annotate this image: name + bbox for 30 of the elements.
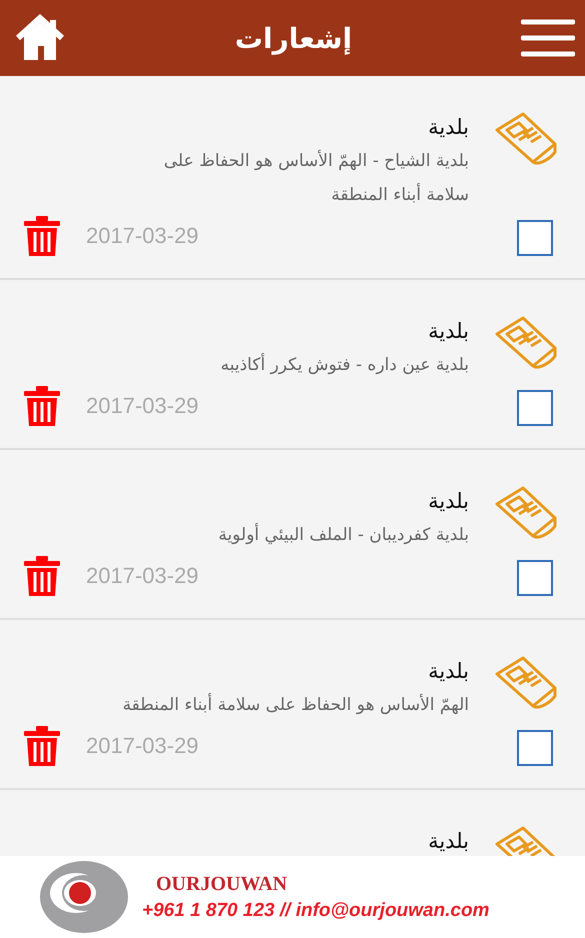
checkbox[interactable] <box>517 560 553 596</box>
newspaper-icon <box>493 654 559 710</box>
notification-text: بلدية عين داره - فتوش يكرر أكاذيبه <box>220 352 469 377</box>
notification-title: بلدية <box>427 488 469 515</box>
trash-icon[interactable] <box>24 726 60 766</box>
page-title: إشعارات <box>234 22 352 54</box>
menu-icon[interactable] <box>521 18 575 58</box>
brand-name: OURJOUWAN <box>156 872 288 896</box>
notification-title: بلدية <box>427 658 469 685</box>
notification-text: بلدية كفرديبان - الملف البيئي أولوية <box>217 522 469 547</box>
checkbox[interactable] <box>517 730 553 766</box>
notification-date: 2017-03-29 <box>86 393 199 419</box>
newspaper-icon <box>493 314 559 370</box>
notification-date: 2017-03-29 <box>86 223 199 249</box>
notification-date: 2017-03-29 <box>86 733 199 759</box>
notification-text: بلدية الشياح - الهمّ الأساس هو الحفاظ على سلامة أبناء المنطقة <box>162 148 469 207</box>
home-icon[interactable] <box>14 14 66 62</box>
trash-icon[interactable] <box>24 556 60 596</box>
contact-info: +961 1 870 123 // info@ourjouwan.com <box>142 900 490 922</box>
checkbox[interactable] <box>517 220 553 256</box>
notification-title: بلدية <box>427 114 469 141</box>
trash-icon[interactable] <box>24 386 60 426</box>
checkbox[interactable] <box>517 390 553 426</box>
notification-title: بلدية <box>427 318 469 345</box>
newspaper-icon <box>493 484 559 540</box>
notification-text: الهمّ الأساس هو الحفاظ على سلامة أبناء المنطقة <box>122 692 469 717</box>
trash-icon[interactable] <box>24 216 60 256</box>
notification-date: 2017-03-29 <box>86 563 199 589</box>
newspaper-icon <box>493 110 559 166</box>
notification-title: بلدية <box>427 828 469 855</box>
